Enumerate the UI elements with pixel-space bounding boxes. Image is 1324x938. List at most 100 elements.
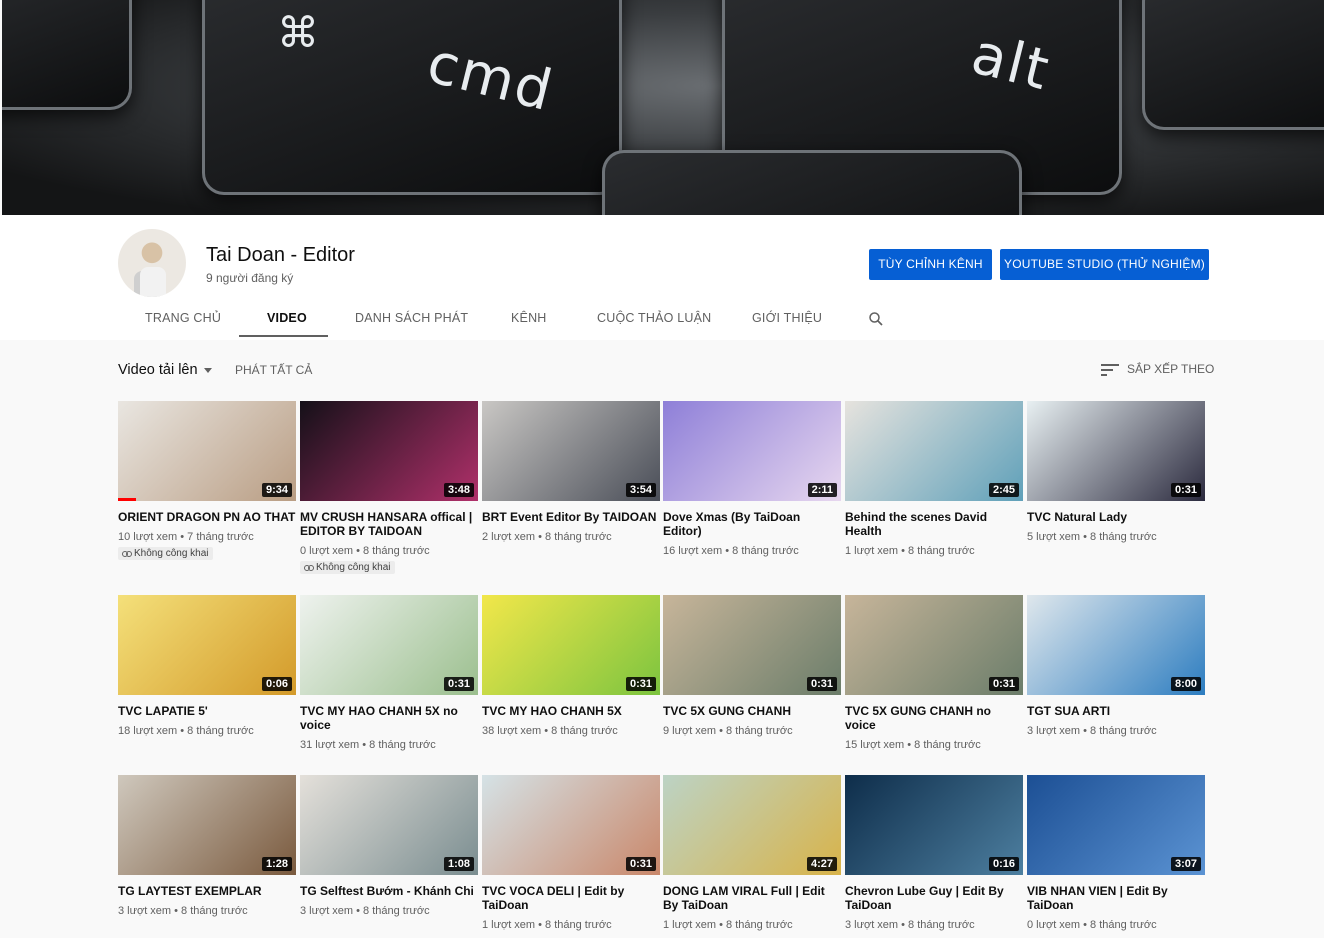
video-card[interactable]: 0:31 TVC MY HAO CHANH 5X no voice 31 lượt … — [300, 595, 478, 751]
video-title[interactable]: Behind the scenes David Health — [845, 510, 1023, 538]
video-thumbnail[interactable]: 0:31 — [663, 595, 841, 695]
banner-key-left — [2, 0, 132, 110]
uploads-dropdown[interactable]: Video tải lên — [118, 362, 212, 378]
banner-key-alt-label: alt — [965, 21, 1057, 104]
customize-channel-button[interactable]: Tùy chỉnh kênh — [869, 249, 992, 280]
video-card[interactable]: 4:27 DONG LAM VIRAL Full | Edit By TaiDoa… — [663, 775, 841, 931]
video-duration: 3:54 — [625, 483, 656, 497]
tab-about[interactable]: Giới thiệu — [752, 311, 822, 325]
video-thumbnail[interactable]: 0:31 — [300, 595, 478, 695]
video-title[interactable]: TVC Natural Lady — [1027, 510, 1205, 524]
banner-key-cmd: ⌘ cmd — [202, 0, 622, 195]
video-thumbnail[interactable]: 3:07 — [1027, 775, 1205, 875]
video-thumbnail[interactable]: 1:28 — [118, 775, 296, 875]
video-thumbnail[interactable]: 0:31 — [845, 595, 1023, 695]
video-card[interactable]: 1:08 TG Selftest Bướm - Khánh Chi 3 lượt x… — [300, 775, 478, 917]
video-duration: 0:31 — [443, 677, 474, 691]
video-thumbnail[interactable]: 0:06 — [118, 595, 296, 695]
video-title[interactable]: Dove Xmas (By TaiDoan Editor) — [663, 510, 841, 538]
video-duration: 1:08 — [443, 857, 474, 871]
tab-home[interactable]: Trang chủ — [145, 311, 221, 325]
video-card[interactable]: 0:31 TVC 5X GUNG CHANH 9 lượt xem • 8 thán… — [663, 595, 841, 737]
video-card[interactable]: 3:54 BRT Event Editor By TAIDOAN 2 lượt xe… — [482, 401, 660, 543]
uploads-dropdown-label: Video tải lên — [118, 362, 198, 378]
video-card[interactable]: 2:11 Dove Xmas (By TaiDoan Editor) 16 lượt… — [663, 401, 841, 557]
video-card[interactable]: 2:45 Behind the scenes David Health 1 lượt… — [845, 401, 1023, 557]
video-meta: 31 lượt xem • 8 tháng trước — [300, 739, 436, 751]
active-tab-indicator — [239, 335, 328, 337]
video-thumbnail[interactable]: 0:31 — [1027, 401, 1205, 501]
channel-name: Tai Doan - Editor — [206, 244, 355, 266]
video-title[interactable]: MV CRUSH HANSARA offical | EDITOR BY TAI… — [300, 510, 478, 538]
sort-by-button[interactable]: Sắp xếp theo — [1101, 362, 1214, 377]
video-meta: 1 lượt xem • 8 tháng trước — [663, 919, 793, 931]
video-meta: 2 lượt xem • 8 tháng trước — [482, 531, 612, 543]
video-title[interactable]: TG LAYTEST EXEMPLAR — [118, 884, 296, 898]
youtube-studio-button[interactable]: YouTube Studio (thử nghiệm) — [1000, 249, 1209, 280]
banner-key-right — [1142, 0, 1324, 130]
video-card[interactable]: 0:31 TVC 5X GUNG CHANH no voice 15 lượt xe… — [845, 595, 1023, 751]
video-meta: 16 lượt xem • 8 tháng trước — [663, 545, 799, 557]
video-thumbnail[interactable]: 3:54 — [482, 401, 660, 501]
video-title[interactable]: TVC 5X GUNG CHANH — [663, 704, 841, 718]
watch-progress-bar — [118, 498, 136, 501]
video-thumbnail[interactable]: 9:34 — [118, 401, 296, 501]
visibility-badge: Không công khai — [300, 561, 395, 574]
tab-channels[interactable]: Kênh — [511, 311, 547, 325]
video-title[interactable]: TVC MY HAO CHANH 5X no voice — [300, 704, 478, 732]
video-thumbnail[interactable]: 0:31 — [482, 595, 660, 695]
video-title[interactable]: TVC 5X GUNG CHANH no voice — [845, 704, 1023, 732]
video-thumbnail[interactable]: 1:08 — [300, 775, 478, 875]
video-card[interactable]: 9:34 ORIENT DRAGON PN AO THAT 10 lượt xem … — [118, 401, 296, 561]
video-duration: 0:31 — [625, 677, 656, 691]
video-card[interactable]: 0:31 TVC VOCA DELI | Edit by TaiDoan 1 lượ… — [482, 775, 660, 931]
video-title[interactable]: DONG LAM VIRAL Full | Edit By TaiDoan — [663, 884, 841, 912]
video-title[interactable]: Chevron Lube Guy | Edit By TaiDoan — [845, 884, 1023, 912]
command-symbol-icon: ⌘ — [277, 9, 319, 56]
sort-by-label: Sắp xếp theo — [1127, 362, 1215, 376]
video-card[interactable]: 0:31 TVC Natural Lady 5 lượt xem • 8 tháng… — [1027, 401, 1205, 543]
video-title[interactable]: ORIENT DRAGON PN AO THAT — [118, 510, 296, 524]
video-meta: 3 lượt xem • 8 tháng trước — [300, 905, 430, 917]
link-icon — [304, 565, 314, 571]
video-title[interactable]: TGT SUA ARTI — [1027, 704, 1205, 718]
tab-playlists[interactable]: Danh sách phát — [355, 311, 468, 325]
caret-down-icon — [203, 367, 212, 373]
channel-search-icon[interactable] — [867, 310, 885, 328]
video-card[interactable]: 8:00 TGT SUA ARTI 3 lượt xem • 8 tháng trư… — [1027, 595, 1205, 737]
video-meta: 38 lượt xem • 8 tháng trước — [482, 725, 618, 737]
video-title[interactable]: TVC MY HAO CHANH 5X — [482, 704, 660, 718]
video-card[interactable]: 0:06 TVC LAPATIE 5' 18 lượt xem • 8 tháng … — [118, 595, 296, 737]
video-thumbnail[interactable]: 0:16 — [845, 775, 1023, 875]
video-meta: 15 lượt xem • 8 tháng trước — [845, 739, 981, 751]
video-duration: 0:31 — [625, 857, 656, 871]
video-card[interactable]: 0:31 TVC MY HAO CHANH 5X 38 lượt xem • 8 t… — [482, 595, 660, 737]
video-card[interactable]: 0:16 Chevron Lube Guy | Edit By TaiDoan 3 … — [845, 775, 1023, 931]
video-duration: 0:06 — [261, 677, 292, 691]
video-meta: 9 lượt xem • 8 tháng trước — [663, 725, 793, 737]
video-duration: 3:07 — [1170, 857, 1201, 871]
video-title[interactable]: TVC LAPATIE 5' — [118, 704, 296, 718]
tab-videos[interactable]: Video — [267, 311, 307, 325]
tab-discussion[interactable]: Cuộc thảo luận — [597, 311, 711, 325]
video-card[interactable]: 3:07 VIB NHAN VIEN | Edit By TaiDoan 0 lượ… — [1027, 775, 1205, 931]
subscriber-count: 9 người đăng ký — [206, 271, 294, 285]
video-thumbnail[interactable]: 2:45 — [845, 401, 1023, 501]
video-title[interactable]: BRT Event Editor By TAIDOAN — [482, 510, 660, 524]
visibility-badge-label: Không công khai — [316, 562, 391, 573]
video-thumbnail[interactable]: 3:48 — [300, 401, 478, 501]
video-title[interactable]: TVC VOCA DELI | Edit by TaiDoan — [482, 884, 660, 912]
video-thumbnail[interactable]: 2:11 — [663, 401, 841, 501]
video-title[interactable]: VIB NHAN VIEN | Edit By TaiDoan — [1027, 884, 1205, 912]
video-title[interactable]: TG Selftest Bướm - Khánh Chi — [300, 884, 478, 898]
video-meta: 18 lượt xem • 8 tháng trước — [118, 725, 254, 737]
video-card[interactable]: 3:48 MV CRUSH HANSARA offical | EDITOR BY… — [300, 401, 478, 575]
video-thumbnail[interactable]: 4:27 — [663, 775, 841, 875]
video-thumbnail[interactable]: 8:00 — [1027, 595, 1205, 695]
video-duration: 9:34 — [261, 483, 292, 497]
video-thumbnail[interactable]: 0:31 — [482, 775, 660, 875]
play-all-button[interactable]: Phát tất cả — [235, 363, 312, 377]
video-card[interactable]: 1:28 TG LAYTEST EXEMPLAR 3 lượt xem • 8 th… — [118, 775, 296, 917]
channel-avatar[interactable] — [118, 229, 186, 297]
video-duration: 8:00 — [1170, 677, 1201, 691]
